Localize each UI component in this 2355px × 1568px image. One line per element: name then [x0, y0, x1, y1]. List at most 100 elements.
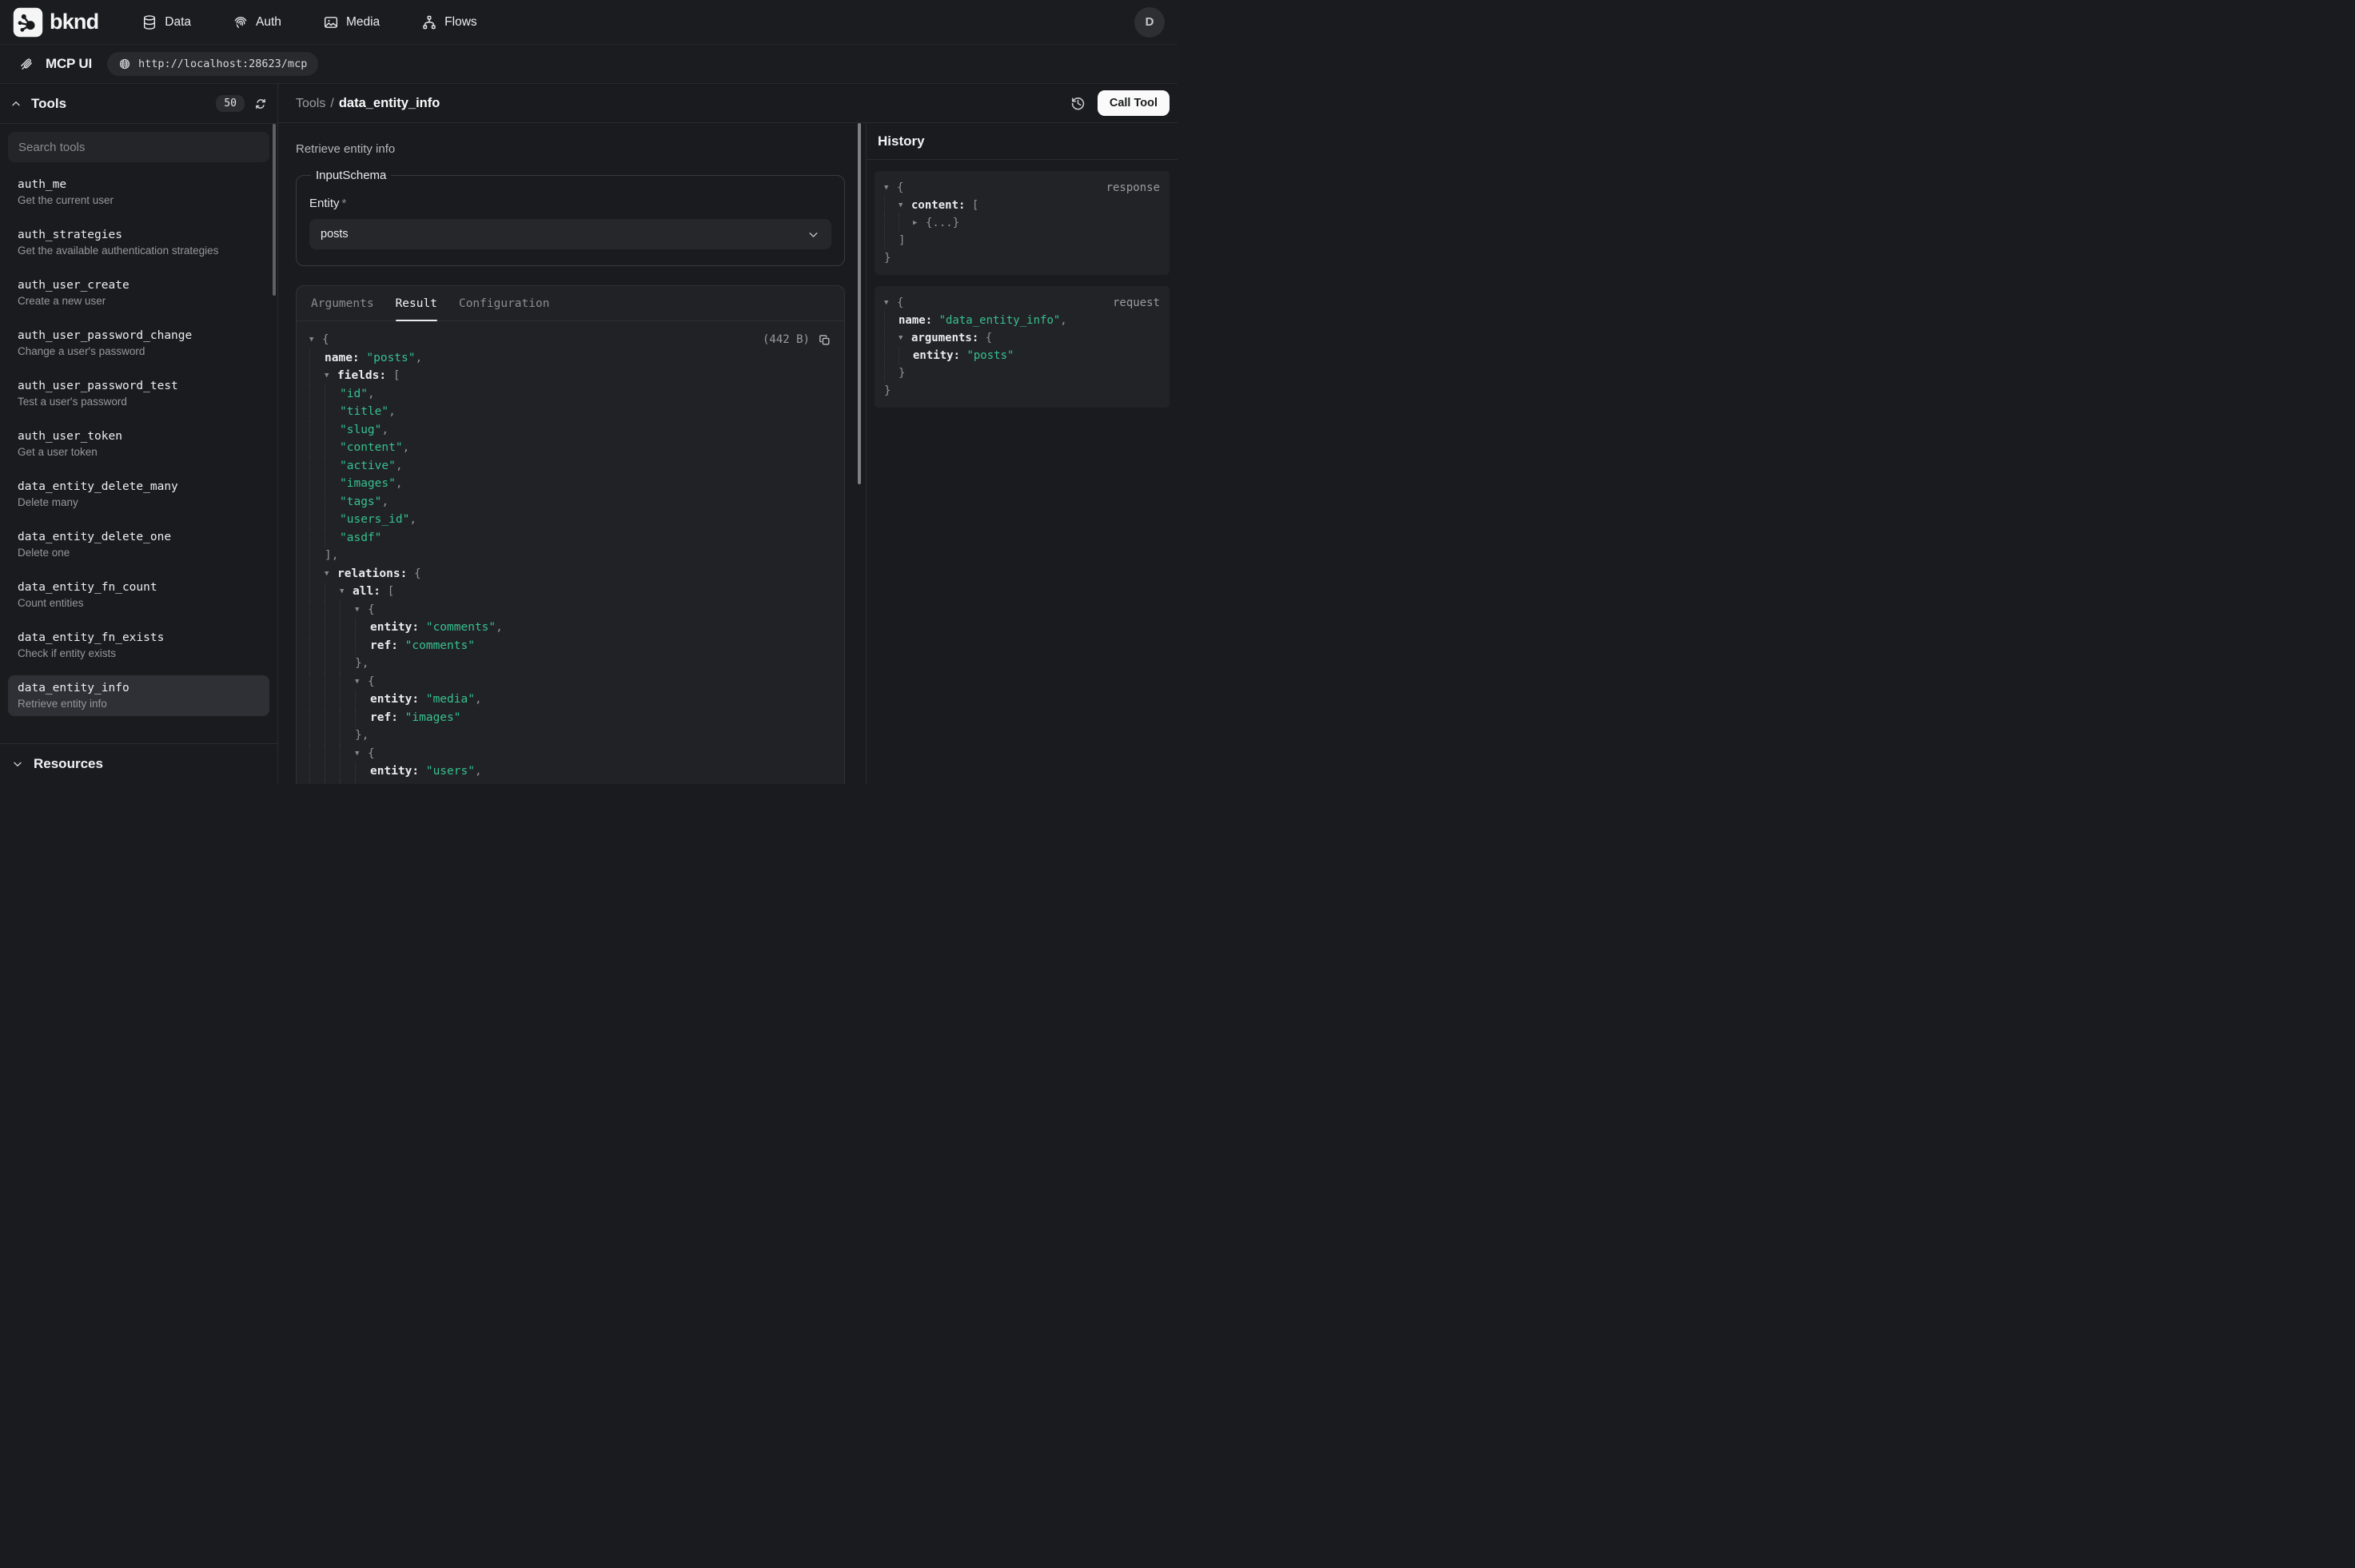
json-key: entity:: [913, 347, 966, 364]
database-icon: [141, 14, 157, 30]
tool-list-item[interactable]: data_entity_delete_manyDelete many: [8, 474, 269, 515]
tab-arguments[interactable]: Arguments: [311, 286, 374, 320]
refresh-icon[interactable]: [253, 97, 268, 111]
tools-header: Tools 50: [0, 84, 277, 124]
code-line: ▶{...}: [884, 214, 1160, 232]
indent-guide: [309, 529, 325, 547]
indent-guide: [325, 511, 340, 529]
chevron-up-icon[interactable]: [10, 98, 22, 110]
collapse-toggle-icon[interactable]: ▼: [355, 601, 368, 619]
json-string: "posts": [366, 349, 415, 368]
tool-list-item[interactable]: auth_strategiesGet the available authent…: [8, 222, 269, 263]
main-scrollbar[interactable]: [858, 123, 861, 484]
tool-list-item[interactable]: data_entity_fn_countCount entities: [8, 575, 269, 615]
json-key: entity:: [370, 762, 426, 781]
tool-list-item[interactable]: auth_meGet the current user: [8, 172, 269, 213]
nav-item-media[interactable]: Media: [323, 14, 380, 30]
tool-name: data_entity_delete_one: [18, 531, 260, 543]
json-key: ref:: [370, 637, 405, 655]
code-line: "images",: [309, 475, 831, 493]
json-punct: {...}: [926, 214, 959, 232]
user-avatar[interactable]: D: [1134, 7, 1165, 38]
tool-list-item[interactable]: data_entity_fn_existsCheck if entity exi…: [8, 625, 269, 666]
json-key: entity:: [370, 690, 426, 709]
tool-list-item[interactable]: auth_user_token Get a user token: [8, 424, 269, 464]
json-punct: ,: [403, 439, 410, 457]
tool-name: auth_user_password_test: [18, 380, 260, 392]
collapse-toggle-icon[interactable]: ▼: [340, 583, 353, 601]
nav-item-data[interactable]: Data: [141, 14, 191, 30]
tool-description: Delete one: [18, 547, 260, 559]
copy-icon[interactable]: [818, 333, 831, 347]
tools-title: Tools: [31, 96, 66, 112]
tab-result[interactable]: Result: [396, 286, 437, 320]
history-card-response[interactable]: ▼{response▼content: [▶{...}]}: [875, 171, 1170, 275]
collapse-toggle-icon[interactable]: ▼: [884, 294, 897, 312]
call-tool-button[interactable]: Call Tool: [1098, 90, 1170, 116]
json-punct: {: [414, 565, 421, 583]
collapse-toggle-icon[interactable]: ▼: [325, 367, 337, 385]
code-line: }: [884, 249, 1160, 267]
code-line: ▼relations: {: [309, 565, 831, 583]
code-line: ▼content: [: [884, 197, 1160, 214]
search-input[interactable]: [8, 132, 269, 162]
collapse-toggle-icon[interactable]: ▼: [884, 179, 897, 197]
collapse-toggle-icon[interactable]: ▼: [899, 197, 911, 214]
request-json-viewer: ▼{requestname: "data_entity_info",▼argum…: [884, 294, 1160, 400]
json-punct: [: [972, 197, 978, 214]
collapse-toggle-icon[interactable]: ▼: [325, 565, 337, 583]
indent-guide: [309, 421, 325, 440]
json-punct: [: [388, 583, 395, 601]
indent-guide: [340, 745, 355, 763]
code-line: ref: "users": [309, 781, 831, 785]
mcp-url-pill[interactable]: http://localhost:28623/mcp: [107, 52, 318, 76]
collapse-toggle-icon[interactable]: ▼: [309, 331, 322, 349]
history-clock-icon[interactable]: [1070, 95, 1086, 112]
sidebar-scrollbar[interactable]: [273, 124, 276, 296]
json-string: "images": [405, 709, 461, 727]
indent-guide: [309, 385, 325, 404]
json-key: content:: [911, 197, 972, 214]
indent-guide: [309, 601, 325, 619]
indent-guide: [899, 347, 913, 364]
tool-list-item[interactable]: auth_user_createCreate a new user: [8, 273, 269, 313]
code-line: ],: [309, 547, 831, 565]
breadcrumb-section[interactable]: Tools: [296, 97, 325, 110]
code-line: entity: "media",: [309, 690, 831, 709]
json-punct: ,: [475, 762, 482, 781]
tool-list-item[interactable]: auth_user_password_changeChange a user's…: [8, 323, 269, 364]
json-key: fields:: [337, 367, 393, 385]
tool-list-item[interactable]: data_entity_infoRetrieve entity info: [8, 675, 269, 716]
tool-description: Count entities: [18, 597, 260, 609]
indent-guide: [309, 403, 325, 421]
indent-guide: [309, 726, 325, 745]
brand[interactable]: bknd: [13, 7, 98, 38]
code-line: ▼{response: [884, 179, 1160, 197]
history-card-request[interactable]: ▼{requestname: "data_entity_info",▼argum…: [875, 286, 1170, 408]
tools-list-region: auth_meGet the current user auth_strategi…: [0, 124, 277, 743]
json-string: "slug": [340, 421, 381, 440]
indent-guide: [340, 637, 355, 655]
nav-item-flows[interactable]: Flows: [421, 14, 476, 30]
entity-select[interactable]: posts: [309, 219, 831, 249]
json-punct: ],: [325, 547, 338, 565]
expand-toggle-icon[interactable]: ▶: [913, 214, 926, 232]
indent-guide: [884, 347, 899, 364]
code-line: ref: "comments": [309, 637, 831, 655]
tool-list-item[interactable]: data_entity_delete_one Delete one: [8, 524, 269, 565]
collapse-toggle-icon[interactable]: ▼: [355, 673, 368, 691]
code-line: name: "data_entity_info",: [884, 312, 1160, 329]
code-line: "active",: [309, 457, 831, 476]
tool-list-item[interactable]: auth_user_password_testTest a user's pas…: [8, 373, 269, 414]
tool-name: auth_user_token: [18, 430, 260, 443]
indent-guide: [355, 781, 370, 785]
json-punct: ,: [475, 690, 482, 709]
tab-configuration[interactable]: Configuration: [459, 286, 550, 320]
code-line: ▼{(442 B): [309, 331, 831, 349]
collapse-toggle-icon[interactable]: ▼: [899, 329, 911, 347]
nav-item-auth[interactable]: Auth: [233, 14, 281, 30]
tool-description: Get a user token: [18, 446, 260, 458]
line-meta: (442 B): [763, 331, 831, 349]
collapse-toggle-icon[interactable]: ▼: [355, 745, 368, 763]
resources-section[interactable]: Resources: [0, 743, 277, 784]
